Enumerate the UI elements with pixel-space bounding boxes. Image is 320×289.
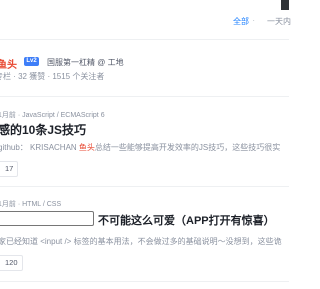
- article-meta: 1月前 · HTML / CSS: [0, 201, 62, 208]
- level-badge: Lv2: [24, 57, 39, 66]
- divider: [0, 281, 289, 282]
- article-excerpt: 家已经知道 <input /> 标签的基本用法，不会做过多的基础说明～没想到，这…: [0, 237, 282, 246]
- divider: [0, 186, 289, 187]
- like-button[interactable]: 17: [0, 161, 19, 177]
- article-title[interactable]: 不可能这么可爱（APP打开有惊喜）: [98, 212, 275, 228]
- article-meta: 1月前 · JavaScript / ECMAScript 6: [0, 112, 105, 119]
- window-corner: [281, 0, 289, 10]
- author-name[interactable]: 鱼头: [0, 56, 17, 71]
- article-excerpt: github： KRISACHAN 鱼头总结一些能够提高开发效率的JS技巧，这些…: [0, 143, 281, 152]
- filter-separator: ·: [252, 16, 255, 25]
- author-mention: 鱼头: [78, 143, 95, 152]
- filter-all[interactable]: 全部: [233, 16, 249, 27]
- filter-one-day[interactable]: 一天内: [267, 16, 291, 27]
- author-stats: 专栏 · 32 獲赞 · 1515 个关注者: [0, 72, 105, 81]
- demo-input-box[interactable]: [0, 211, 94, 226]
- divider: [0, 96, 289, 97]
- divider: [0, 39, 289, 40]
- article-title[interactable]: 感的10条JS技巧: [0, 121, 86, 138]
- author-title: 国服第一杠精 @ 工地: [47, 58, 124, 67]
- like-button[interactable]: 120: [0, 255, 23, 271]
